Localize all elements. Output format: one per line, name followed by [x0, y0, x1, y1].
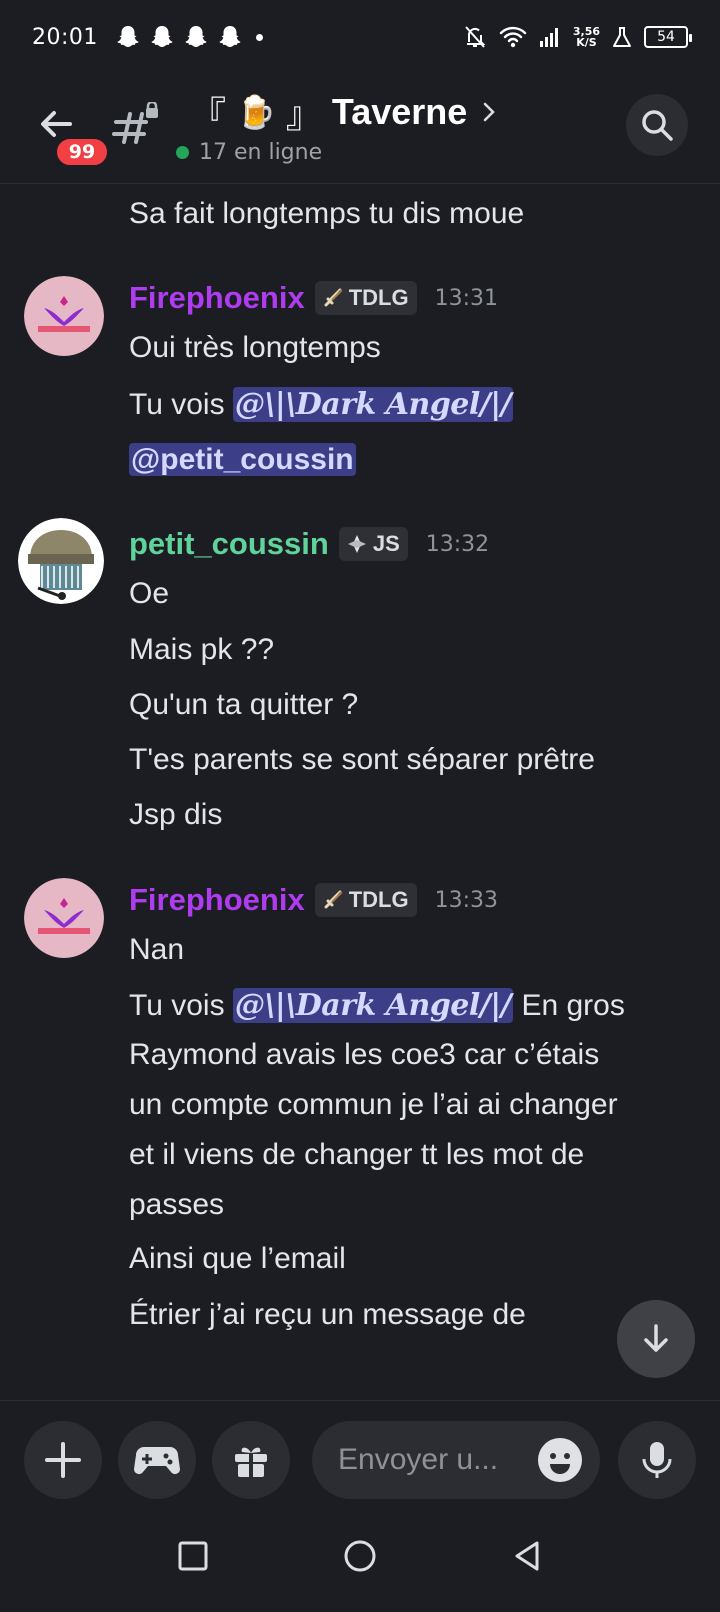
role-label: TDLG — [348, 285, 409, 310]
snapchat-icon — [185, 26, 207, 47]
message-text-prefix: Tu vois — [129, 388, 233, 421]
avatar-firephoenix[interactable] — [24, 276, 104, 356]
phoenix-avatar-image — [24, 878, 104, 958]
message-text: Sa fait longtemps tu dis moue — [129, 197, 525, 230]
message-list[interactable]: Sa fait longtemps tu dis moue Firephoeni… — [0, 185, 720, 1400]
message-text: et il viens de changer tt les mot de — [129, 1138, 585, 1171]
message-header: Firephoenix TDLG 13:31 — [129, 280, 498, 316]
voice-message-button[interactable] — [618, 1421, 696, 1499]
gamepad-icon — [134, 1447, 180, 1474]
role-tag[interactable]: JS — [338, 527, 408, 561]
message-timestamp: 13:33 — [434, 887, 498, 913]
online-dot — [176, 146, 189, 159]
channel-header: 99 『 🍺 』 Taverne 17 en ligne — [0, 74, 720, 184]
message-text: Mais pk ?? — [129, 633, 275, 666]
message-text-prefix: Tu vois — [129, 989, 233, 1022]
channel-name: Taverne — [331, 91, 468, 132]
search-button[interactable] — [626, 94, 688, 156]
message-text: Jsp dis — [129, 798, 223, 831]
chevron-right-icon — [484, 102, 496, 122]
battery-indicator: 54 — [644, 26, 692, 48]
message-composer: Envoyer u... — [0, 1400, 720, 1500]
message-text: Oui très longtemps — [129, 331, 381, 364]
role-label: JS — [372, 531, 400, 556]
signal-icon — [539, 28, 558, 47]
avatar-firephoenix[interactable] — [24, 878, 104, 958]
locked-channel-hash-icon — [112, 102, 158, 144]
jump-to-latest-button[interactable] — [617, 1300, 695, 1378]
message-timestamp: 13:31 — [434, 285, 498, 311]
beer-emoji: 🍺 — [236, 94, 276, 130]
message-text: Qu'un ta quitter ? — [129, 688, 359, 721]
message-text-suffix: En gros — [513, 989, 625, 1022]
role-tag[interactable]: TDLG — [314, 281, 417, 315]
message-text: Tu vois @\|\Dark Angel/|/ En gros — [129, 988, 625, 1023]
gift-icon — [235, 1447, 267, 1477]
system-nav-bar — [0, 1500, 720, 1612]
user-mention[interactable]: @petit_coussin — [129, 443, 356, 476]
helmet-avatar-image — [18, 518, 104, 604]
message-input-placeholder: Envoyer u... — [338, 1443, 499, 1476]
message-text: un compte commun je l’ai ai changer — [129, 1088, 618, 1121]
channel-title[interactable]: 『 🍺 』 Taverne — [190, 86, 499, 138]
role-label: TDLG — [348, 887, 409, 912]
activities-button[interactable] — [118, 1421, 196, 1499]
author-name[interactable]: Firephoenix — [129, 280, 305, 316]
snapchat-icon — [219, 26, 241, 47]
network-speed: 3,56 K/S — [573, 26, 600, 48]
author-name[interactable]: petit_coussin — [129, 526, 329, 562]
user-mention[interactable]: @\|\Dark Angel/|/ — [232, 988, 514, 1023]
role-tag[interactable]: TDLG — [314, 883, 417, 917]
online-status: 17 en ligne — [176, 140, 322, 165]
message-text: Ainsi que l’email — [129, 1242, 346, 1275]
wifi-icon — [499, 26, 527, 48]
title-bracket-open: 『 — [190, 94, 227, 135]
message-text: Tu vois @\|\Dark Angel/|/ — [129, 387, 514, 422]
message-header: Firephoenix TDLG 13:33 — [129, 882, 498, 918]
gift-button[interactable] — [212, 1421, 290, 1499]
emoji-button[interactable] — [538, 1438, 582, 1482]
phoenix-avatar-image — [24, 276, 104, 356]
home-icon[interactable] — [343, 1539, 377, 1573]
recent-apps-icon[interactable] — [177, 1540, 209, 1572]
avatar-petit-coussin[interactable] — [18, 518, 104, 604]
message-text: Nan — [129, 933, 185, 966]
message-text: Oe — [129, 577, 170, 610]
message-text: @petit_coussin — [129, 443, 356, 477]
search-icon — [642, 110, 673, 141]
message-text: Raymond avais les coe3 car c’étais — [129, 1038, 600, 1071]
flask-icon — [613, 27, 631, 47]
battery-level: 54 — [657, 29, 675, 45]
back-icon[interactable] — [511, 1540, 543, 1572]
microphone-icon — [642, 1442, 672, 1478]
sword-icon — [324, 890, 343, 909]
snapchat-icon — [151, 26, 173, 47]
diamond-icon — [347, 535, 366, 553]
online-count: 17 en ligne — [199, 140, 323, 165]
sword-icon — [324, 288, 343, 307]
arrow-down-icon — [644, 1324, 668, 1352]
more-notifications-dot — [255, 33, 263, 41]
smiley-icon — [550, 1453, 570, 1474]
title-bracket-close: 』 — [285, 94, 322, 135]
snapchat-icon — [117, 26, 139, 47]
message-text: Étrier j’ai reçu un message de — [129, 1298, 526, 1331]
unread-badge: 99 — [54, 136, 110, 168]
user-mention[interactable]: @\|\Dark Angel/|/ — [232, 387, 514, 422]
notification-icons — [116, 24, 242, 50]
message-header: petit_coussin JS 13:32 — [129, 526, 489, 562]
message-timestamp: 13:32 — [425, 531, 490, 557]
add-attachment-button[interactable] — [24, 1421, 102, 1499]
status-time: 20:01 — [32, 24, 98, 50]
speed-unit: K/S — [576, 36, 597, 49]
status-bar: 20:01 3,56 K/S 54 — [0, 0, 720, 74]
plus-icon — [45, 1442, 81, 1478]
message-input[interactable]: Envoyer u... — [312, 1421, 600, 1499]
bell-off-icon — [465, 26, 486, 48]
message-text: T'es parents se sont séparer prêtre — [129, 743, 595, 776]
message-text: passes — [129, 1188, 225, 1221]
author-name[interactable]: Firephoenix — [129, 882, 305, 918]
